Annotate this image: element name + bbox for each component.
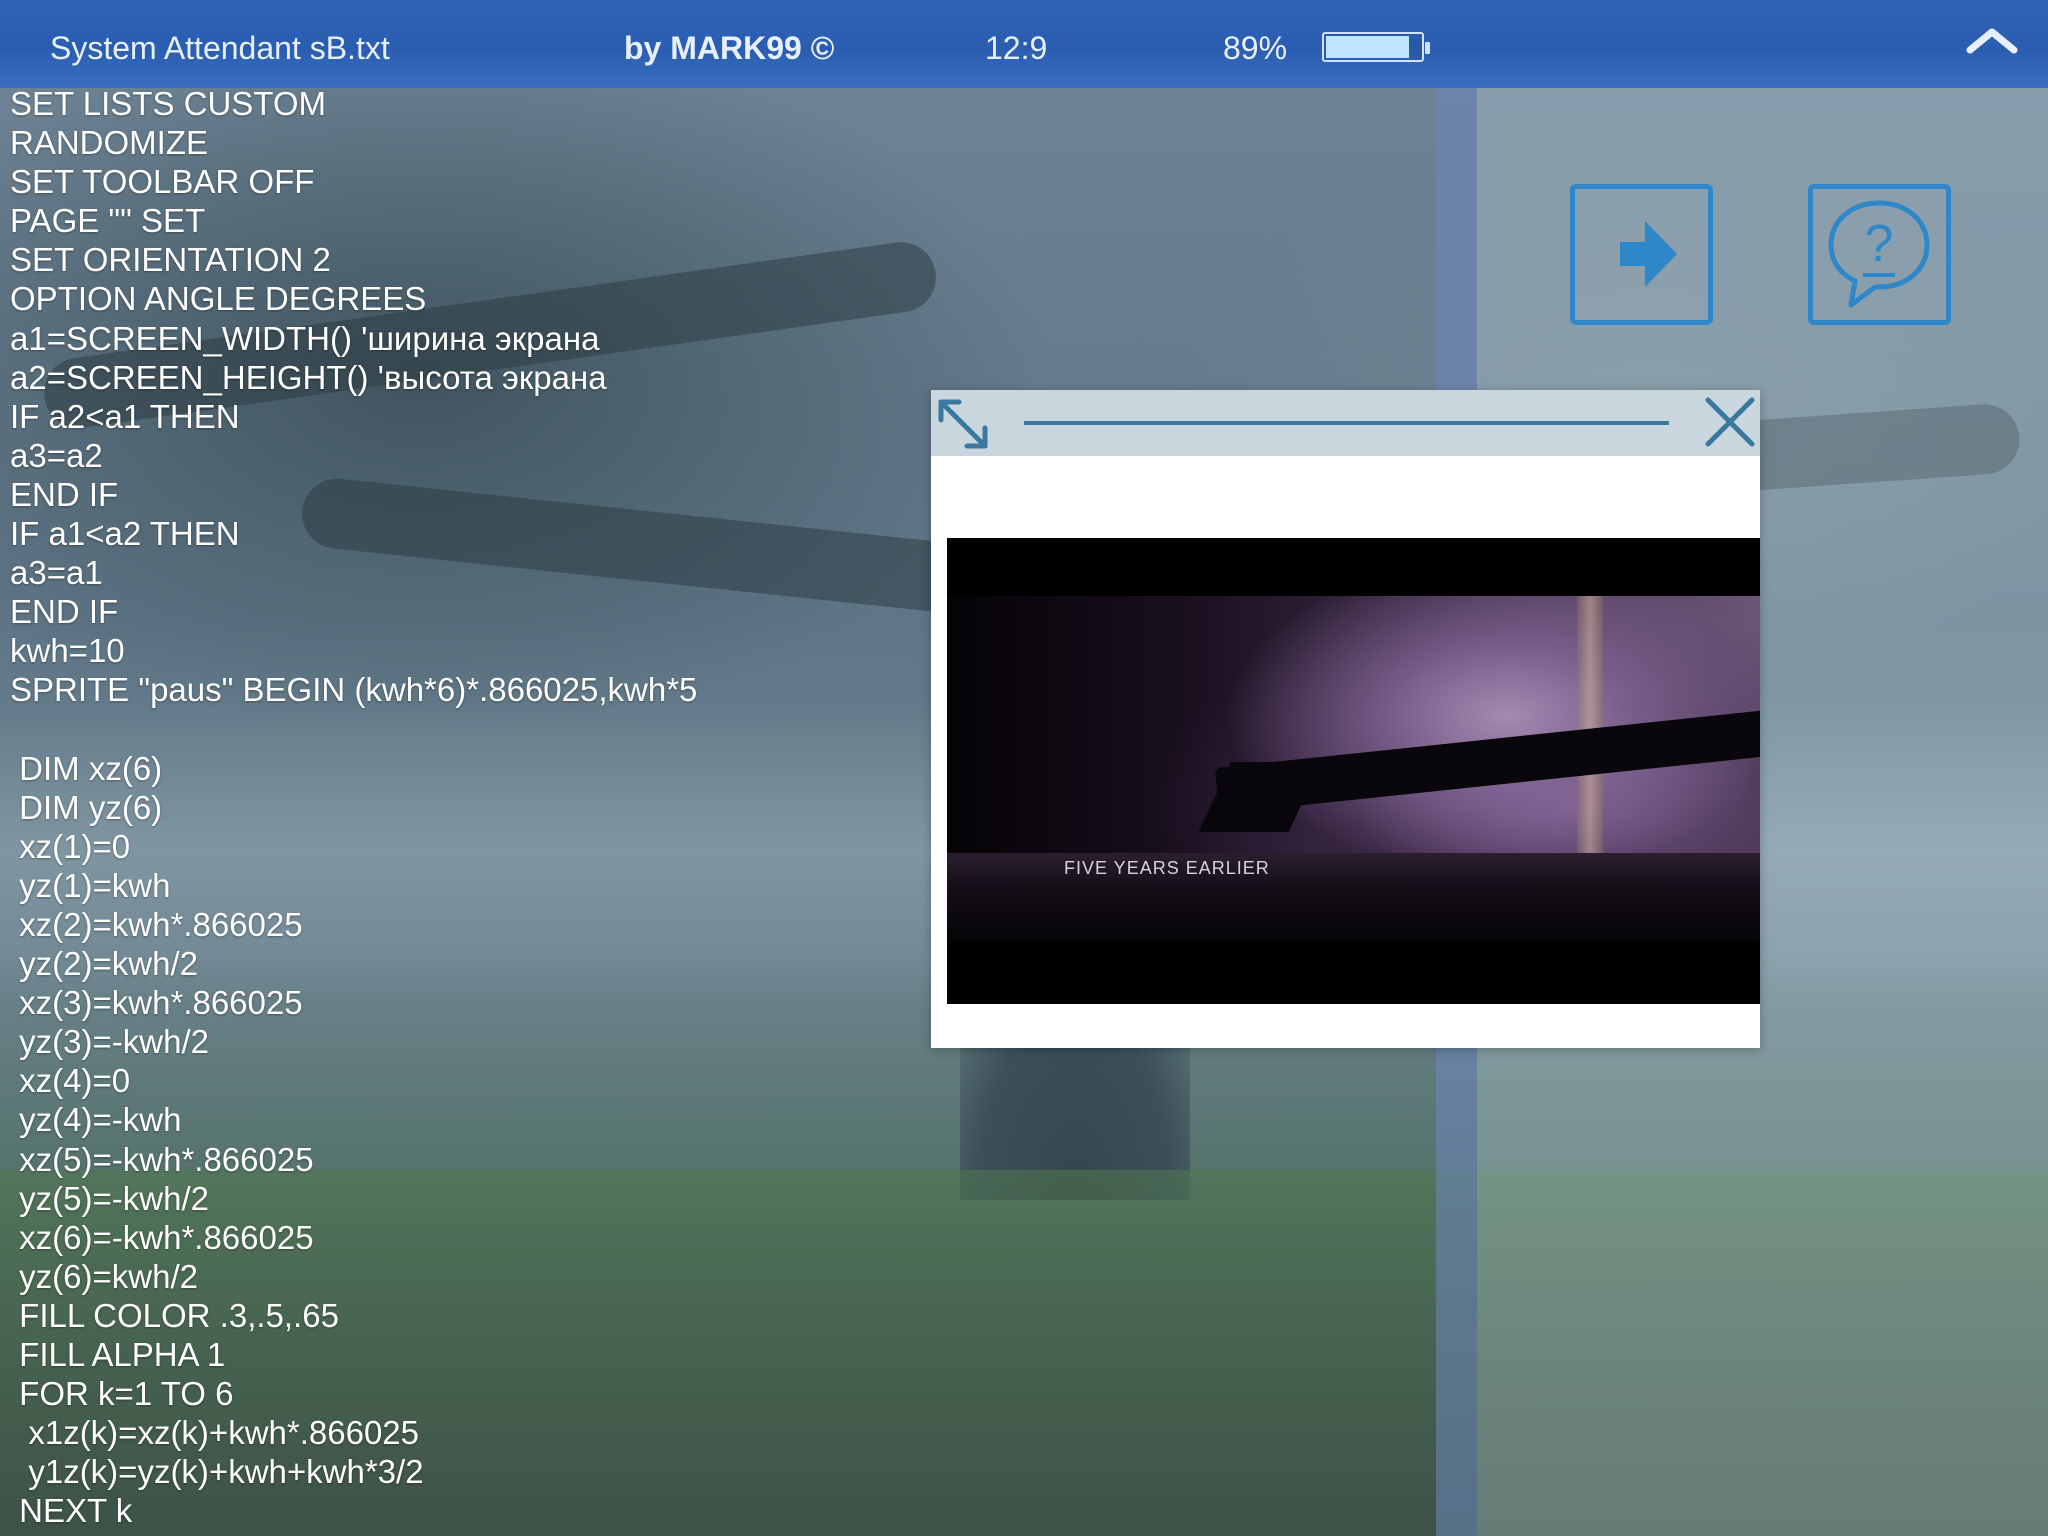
code-line[interactable]: xz(6)=-kwh*.866025	[10, 1218, 697, 1257]
code-listing[interactable]: SET LISTS CUSTOM RANDOMIZE SET TOOLBAR OFF…	[10, 84, 697, 1530]
video-caption: FIVE YEARS EARLIER	[1064, 858, 1270, 878]
code-line[interactable]: xz(1)=0	[10, 827, 697, 866]
video-player[interactable]: FIVE YEARS EARLIER	[947, 538, 1760, 1004]
author-label: by MARK99 ©	[624, 30, 835, 66]
battery-nub	[1425, 42, 1430, 54]
run-next-button[interactable]	[1570, 184, 1713, 325]
question-bubble-icon: ?	[1828, 200, 1930, 308]
code-line[interactable]: xz(4)=0	[10, 1061, 697, 1100]
svg-text:?: ?	[1865, 215, 1894, 273]
help-button[interactable]: ?	[1808, 184, 1951, 325]
code-line[interactable]: xz(3)=kwh*.866025	[10, 983, 697, 1022]
code-line[interactable]: yz(2)=kwh/2	[10, 944, 697, 983]
code-line[interactable]: FILL COLOR .3,.5,.65	[10, 1296, 697, 1335]
code-line[interactable]: RANDOMIZE	[10, 123, 697, 162]
code-line[interactable]: DIM xz(6)	[10, 749, 697, 788]
chevron-up-icon[interactable]	[1964, 20, 2020, 60]
slider-track	[1024, 421, 1669, 425]
video-progress-slider[interactable]	[1024, 416, 1669, 430]
code-line[interactable]: a1=SCREEN_WIDTH() 'ширина экрана	[10, 319, 697, 358]
code-line[interactable]: a3=a2	[10, 436, 697, 475]
code-line[interactable]: yz(5)=-kwh/2	[10, 1179, 697, 1218]
code-line[interactable]: a2=SCREEN_HEIGHT() 'высота экрана	[10, 358, 697, 397]
arrow-right-icon	[1620, 221, 1677, 287]
code-line[interactable]: IF a1<a2 THEN	[10, 514, 697, 553]
code-line[interactable]: IF a2<a1 THEN	[10, 397, 697, 436]
clock: 12:9	[985, 30, 1048, 66]
battery-icon	[1322, 32, 1430, 62]
code-line[interactable]: xz(5)=-kwh*.866025	[10, 1140, 697, 1179]
code-line[interactable]: yz(4)=-kwh	[10, 1100, 697, 1139]
code-line[interactable]: PAGE "" SET	[10, 201, 697, 240]
code-line[interactable]: y1z(k)=yz(k)+kwh+kwh*3/2	[10, 1452, 697, 1491]
video-popup: FIVE YEARS EARLIER	[931, 390, 1760, 1048]
code-line[interactable]: FILL ALPHA 1	[10, 1335, 697, 1374]
code-line[interactable]: END IF	[10, 592, 697, 631]
code-line[interactable]: x1z(k)=xz(k)+kwh*.866025	[10, 1413, 697, 1452]
code-line[interactable]: END IF	[10, 475, 697, 514]
code-line[interactable]: kwh=10	[10, 631, 697, 670]
code-line[interactable]: NEXT k	[10, 1491, 697, 1530]
code-line[interactable]: yz(3)=-kwh/2	[10, 1022, 697, 1061]
code-line[interactable]: SET ORIENTATION 2	[10, 240, 697, 279]
code-line[interactable]: yz(6)=kwh/2	[10, 1257, 697, 1296]
battery-percent: 89%	[1223, 30, 1288, 66]
code-line[interactable]: DIM yz(6)	[10, 788, 697, 827]
status-bar: System Attendant sB.txt by MARK99 © 12:9…	[0, 0, 2048, 88]
code-line[interactable]: a3=a1	[10, 553, 697, 592]
expand-diagonal-icon[interactable]	[933, 394, 993, 454]
battery-fill	[1326, 36, 1410, 58]
code-line[interactable]: OPTION ANGLE DEGREES	[10, 279, 697, 318]
code-line[interactable]: SET TOOLBAR OFF	[10, 162, 697, 201]
code-line[interactable]: SET LISTS CUSTOM	[10, 84, 697, 123]
code-line[interactable]	[10, 710, 697, 749]
file-name[interactable]: System Attendant sB.txt	[50, 28, 390, 68]
code-line[interactable]: SPRITE "paus" BEGIN (kwh*6)*.866025,kwh*…	[10, 670, 697, 709]
code-line[interactable]: yz(1)=kwh	[10, 866, 697, 905]
popup-toolbar	[931, 390, 1760, 456]
video-frame-light	[1577, 596, 1603, 856]
close-icon[interactable]	[1702, 394, 1758, 450]
code-line[interactable]: FOR k=1 TO 6	[10, 1374, 697, 1413]
code-line[interactable]: xz(2)=kwh*.866025	[10, 905, 697, 944]
